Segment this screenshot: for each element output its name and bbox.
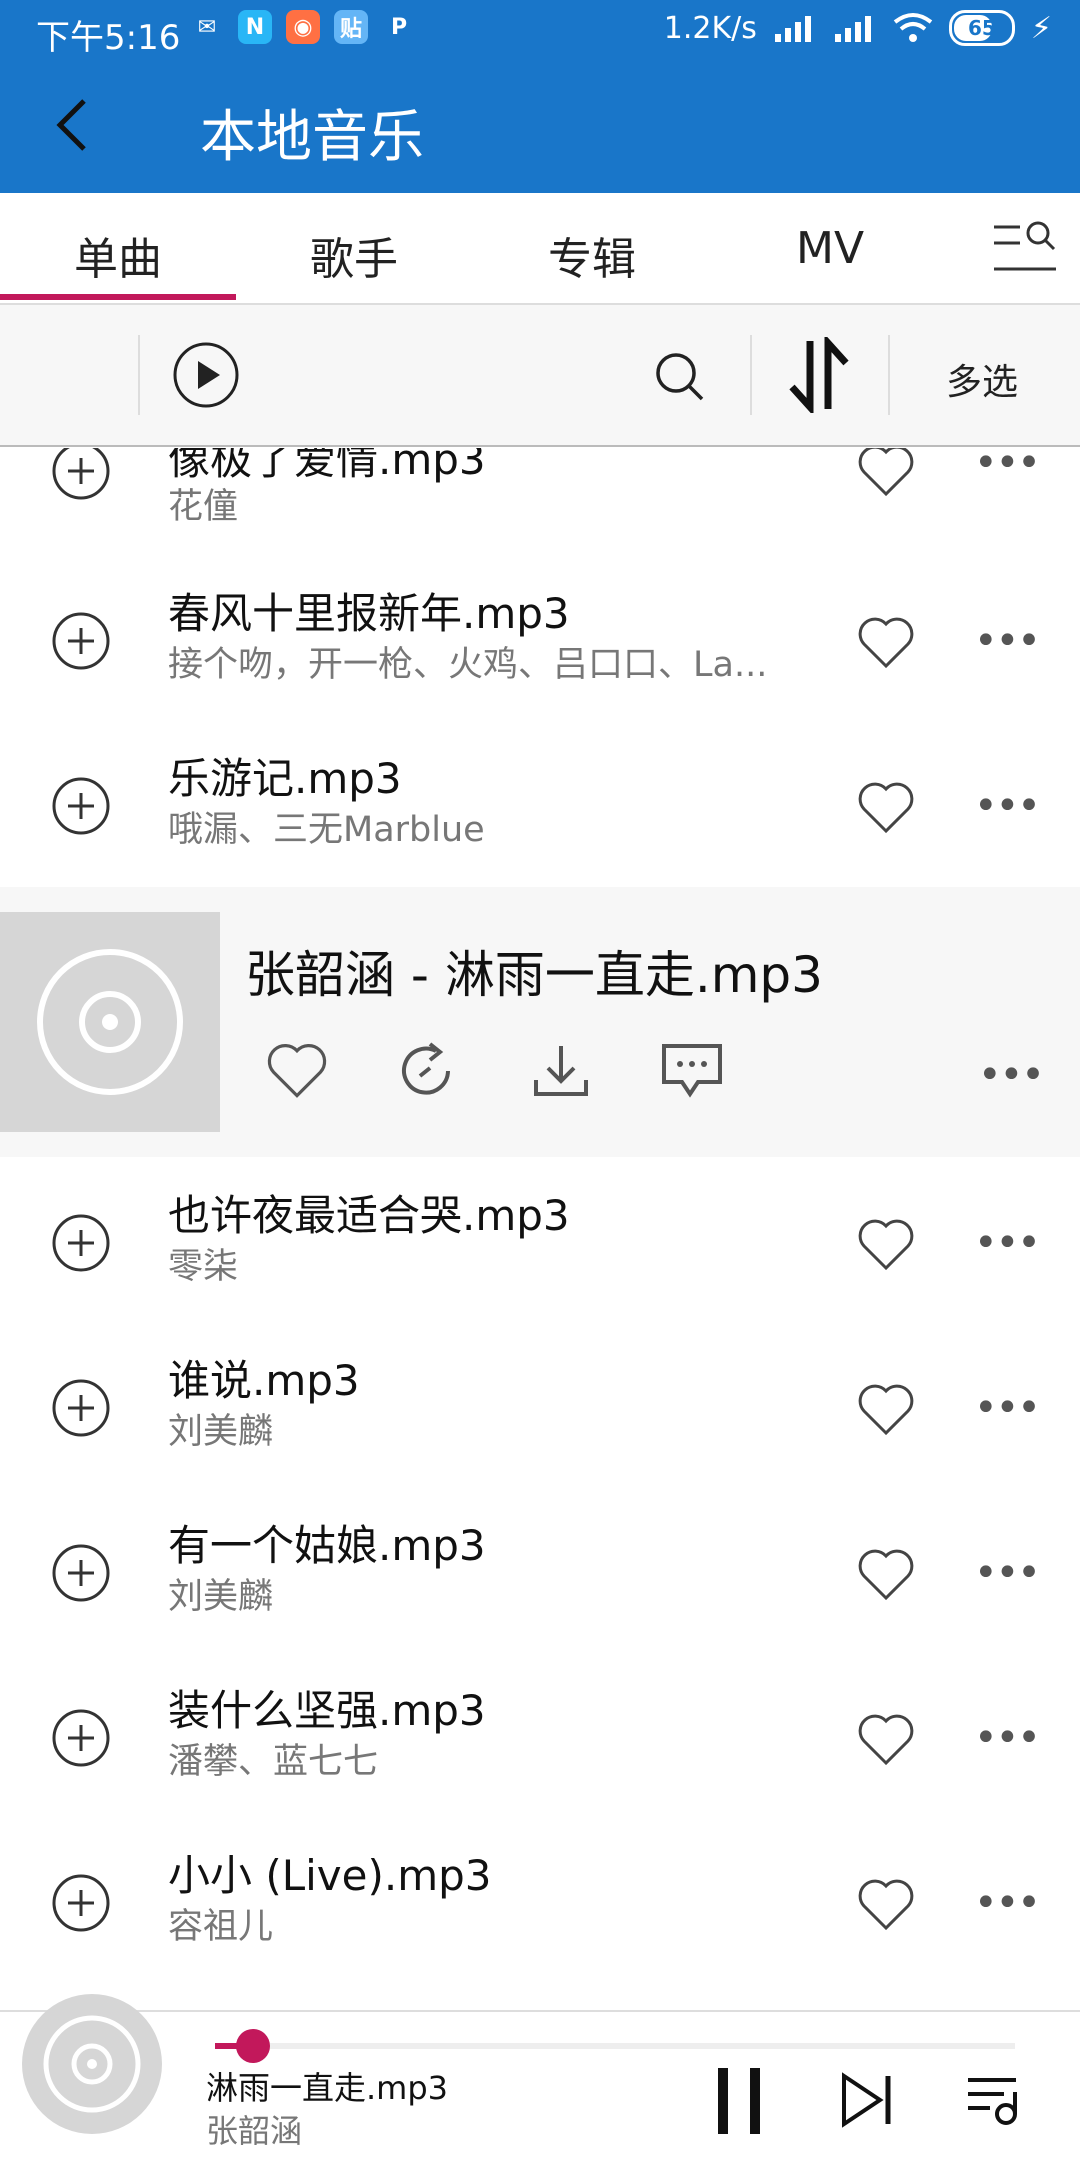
tab-bar: 单曲 歌手 专辑 MV — [0, 193, 1080, 305]
song-title: 小小 (Live).mp3 — [168, 1851, 492, 1900]
tab-singles[interactable]: 单曲 — [74, 223, 162, 287]
wifi-icon — [893, 13, 933, 42]
favorite-heart-icon[interactable] — [856, 1711, 916, 1767]
progress-knob[interactable] — [236, 2029, 270, 2063]
favorite-heart-icon[interactable] — [856, 1546, 916, 1602]
more-options-icon[interactable]: ••• — [974, 1553, 1041, 1593]
add-to-playlist-icon[interactable] — [52, 1874, 110, 1932]
disc-icon — [43, 2015, 141, 2113]
sort-icon[interactable] — [784, 337, 854, 413]
tab-artists[interactable]: 歌手 — [310, 223, 398, 287]
list-toolbar: 多选 — [0, 305, 1080, 447]
repeat-icon[interactable] — [396, 1040, 458, 1102]
more-options-icon[interactable]: ••• — [974, 786, 1041, 826]
play-all-icon[interactable] — [172, 341, 240, 409]
disc-icon — [37, 949, 183, 1095]
more-options-icon[interactable]: ••• — [974, 1718, 1041, 1758]
search-icon[interactable] — [654, 351, 706, 403]
favorite-heart-icon[interactable] — [856, 614, 916, 670]
add-to-playlist-icon[interactable] — [52, 1214, 110, 1272]
song-title: 乐游记.mp3 — [168, 754, 402, 803]
list-item[interactable]: 也许夜最适合哭.mp3 零柒 ••• — [0, 1160, 1080, 1325]
status-notification-icons: ✉ N ◉ 贴 P — [190, 10, 416, 44]
mini-player[interactable] — [0, 2010, 1080, 2162]
expanded-song-title: 张韶涵 - 淋雨一直走.mp3 — [245, 946, 823, 1004]
n-app-icon: N — [238, 10, 272, 44]
add-to-playlist-icon[interactable] — [52, 1709, 110, 1767]
more-options-icon[interactable]: ••• — [974, 1223, 1041, 1263]
wechat-icon: ✉ — [197, 14, 217, 40]
player-album-art[interactable] — [22, 1994, 162, 2134]
song-artist: 零柒 — [168, 1247, 239, 1287]
status-right: 1.2K/s 65 ⚡ — [664, 10, 1052, 46]
tieba-icon: 贴 — [334, 10, 368, 44]
more-options-icon[interactable]: ••• — [974, 448, 1041, 483]
favorite-heart-icon[interactable] — [856, 1381, 916, 1437]
song-artist: 接个吻，开一枪、火鸡、吕口口、La... — [168, 645, 768, 685]
list-search-icon[interactable] — [990, 217, 1060, 277]
battery-icon: 65 — [948, 10, 1015, 46]
download-icon[interactable] — [530, 1040, 592, 1102]
more-options-icon[interactable]: ••• — [974, 621, 1041, 661]
pause-icon[interactable] — [714, 2066, 766, 2136]
add-to-playlist-icon[interactable] — [52, 777, 110, 835]
signal-icon — [774, 16, 811, 42]
list-item[interactable]: 乐游记.mp3 哦漏、三无Marblue ••• — [0, 723, 1080, 888]
song-title: 也许夜最适合哭.mp3 — [168, 1191, 570, 1240]
player-song-title: 淋雨一直走.mp3 — [206, 2069, 449, 2107]
add-to-playlist-icon[interactable] — [52, 1544, 110, 1602]
add-to-playlist-icon[interactable] — [52, 612, 110, 670]
playlist-icon[interactable] — [964, 2070, 1028, 2130]
progress-track[interactable] — [215, 2043, 1015, 2049]
favorite-heart-icon[interactable] — [856, 448, 916, 498]
net-speed: 1.2K/s — [663, 10, 757, 46]
charging-icon: ⚡ — [1030, 10, 1052, 46]
album-art — [0, 912, 220, 1132]
favorite-heart-icon[interactable] — [856, 1216, 916, 1272]
next-track-icon[interactable] — [840, 2072, 896, 2128]
song-title: 有一个姑娘.mp3 — [168, 1521, 486, 1570]
add-to-playlist-icon[interactable] — [52, 1379, 110, 1437]
divider — [138, 335, 140, 415]
favorite-heart-icon[interactable] — [856, 1876, 916, 1932]
song-artist: 刘美麟 — [168, 1577, 274, 1617]
p-app-icon: P — [390, 14, 408, 40]
divider — [888, 335, 890, 415]
status-time: 下午5:16 — [36, 18, 181, 58]
song-artist: 刘美麟 — [168, 1412, 274, 1452]
list-item[interactable]: 谁说.mp3 刘美麟 ••• — [0, 1325, 1080, 1490]
favorite-heart-icon[interactable] — [856, 779, 916, 835]
song-artist: 容祖儿 — [168, 1907, 274, 1947]
list-item[interactable]: 小小 (Live).mp3 容祖儿 ••• — [0, 1820, 1080, 1985]
page-title: 本地音乐 — [200, 105, 424, 170]
tab-albums[interactable]: 专辑 — [548, 223, 636, 287]
song-title: 装什么坚强.mp3 — [168, 1686, 486, 1735]
multi-select-button[interactable]: 多选 — [946, 353, 1018, 405]
uc-browser-icon: ◉ — [286, 10, 320, 44]
divider — [750, 335, 752, 415]
player-artist: 张韶涵 — [206, 2112, 303, 2150]
add-to-playlist-icon[interactable] — [52, 448, 110, 500]
song-artist: 潘攀、蓝七七 — [168, 1742, 379, 1782]
more-options-icon[interactable]: ••• — [974, 1388, 1041, 1428]
song-artist: 花僮 — [168, 487, 239, 527]
list-item[interactable]: 春风十里报新年.mp3 接个吻，开一枪、火鸡、吕口口、La... ••• — [0, 558, 1080, 723]
more-options-icon[interactable]: ••• — [978, 1052, 1045, 1098]
song-title: 谁说.mp3 — [168, 1356, 360, 1405]
song-title: 春风十里报新年.mp3 — [168, 589, 570, 638]
list-item[interactable]: 像极了爱情.mp3 花僮 ••• — [0, 448, 1080, 558]
list-item[interactable]: 装什么坚强.mp3 潘攀、蓝七七 ••• — [0, 1655, 1080, 1820]
signal-icon-2 — [834, 16, 871, 42]
tab-mv[interactable]: MV — [796, 223, 864, 274]
comment-icon[interactable] — [660, 1040, 724, 1100]
list-item[interactable]: 有一个姑娘.mp3 刘美麟 ••• — [0, 1490, 1080, 1655]
more-options-icon[interactable]: ••• — [974, 1883, 1041, 1923]
song-artist: 哦漏、三无Marblue — [168, 810, 485, 850]
tab-active-indicator — [0, 294, 236, 300]
back-arrow-icon[interactable] — [44, 95, 104, 155]
favorite-heart-icon[interactable] — [265, 1040, 329, 1100]
